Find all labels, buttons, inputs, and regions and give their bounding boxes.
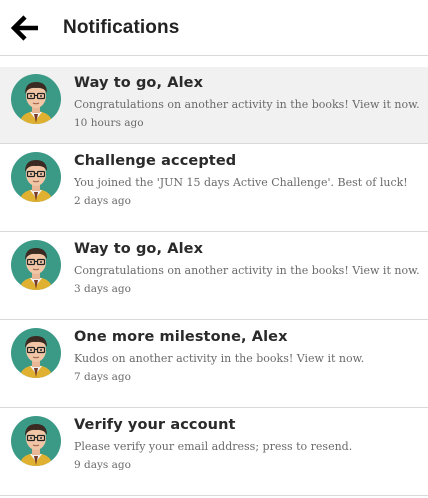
notification-item[interactable]: Verify your account Please verify your e… [0, 408, 428, 496]
notification-item[interactable]: Challenge accepted You joined the 'JUN 1… [0, 144, 428, 232]
notification-time: 9 days ago [74, 459, 131, 471]
notification-item[interactable]: Way to go, Alex Congratulations on anoth… [0, 67, 428, 144]
header-bar: Notifications [0, 0, 428, 56]
notification-time: 3 days ago [74, 283, 131, 295]
notification-title: One more milestone, Alex [74, 329, 288, 345]
notification-body: Please verify your email address; press … [74, 440, 353, 453]
notification-body: Congratulations on another activity in t… [74, 264, 420, 277]
page-title: Notifications [63, 16, 180, 38]
notification-body: Kudos on another activity in the books! … [74, 352, 365, 365]
notification-list: Way to go, Alex Congratulations on anoth… [0, 67, 428, 496]
avatar [11, 74, 61, 124]
notification-item[interactable]: Way to go, Alex Congratulations on anoth… [0, 232, 428, 320]
back-button[interactable] [9, 12, 41, 44]
avatar [11, 328, 61, 378]
avatar [11, 416, 61, 466]
notification-time: 7 days ago [74, 371, 131, 383]
arrow-left-icon [10, 14, 38, 41]
notification-title: Verify your account [74, 417, 236, 433]
notification-title: Challenge accepted [74, 153, 237, 169]
avatar [11, 152, 61, 202]
notification-title: Way to go, Alex [74, 241, 204, 257]
avatar [11, 240, 61, 290]
notification-time: 2 days ago [74, 195, 131, 207]
notification-body: You joined the 'JUN 15 days Active Chall… [74, 176, 408, 189]
notification-item[interactable]: One more milestone, Alex Kudos on anothe… [0, 320, 428, 408]
notification-body: Congratulations on another activity in t… [74, 98, 420, 111]
notification-time: 10 hours ago [74, 117, 144, 129]
notification-title: Way to go, Alex [74, 75, 204, 91]
